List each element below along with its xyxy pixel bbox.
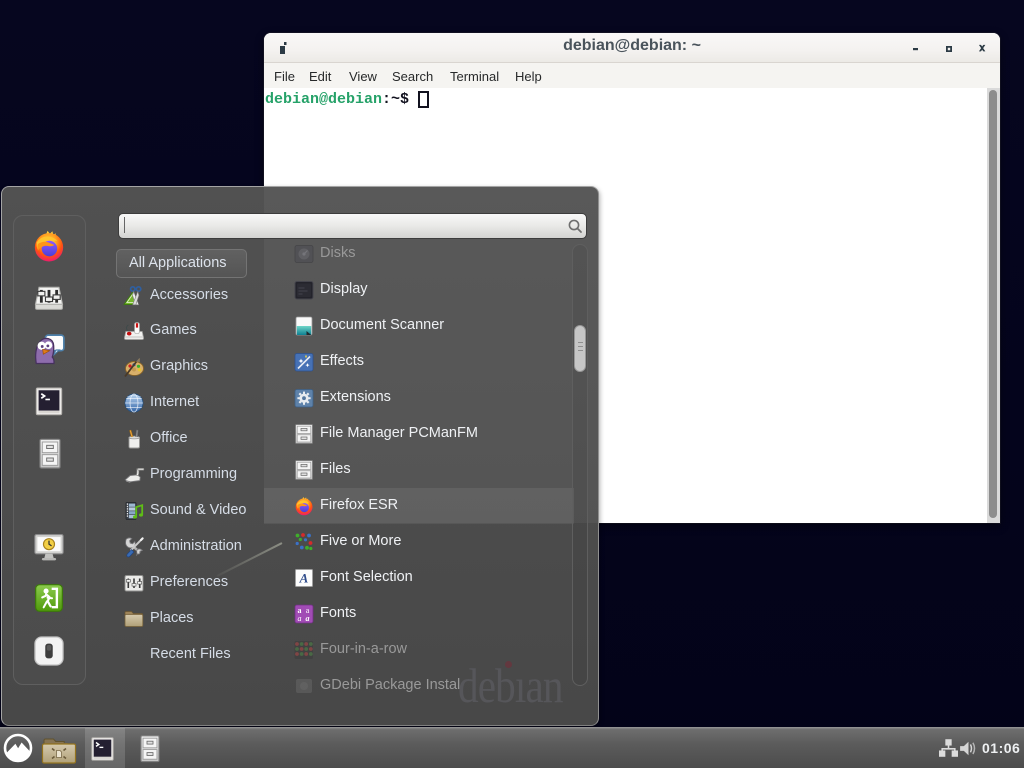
svg-text:A: A xyxy=(299,571,309,586)
svg-text:a: a xyxy=(306,614,310,623)
svg-text:a: a xyxy=(298,614,302,623)
